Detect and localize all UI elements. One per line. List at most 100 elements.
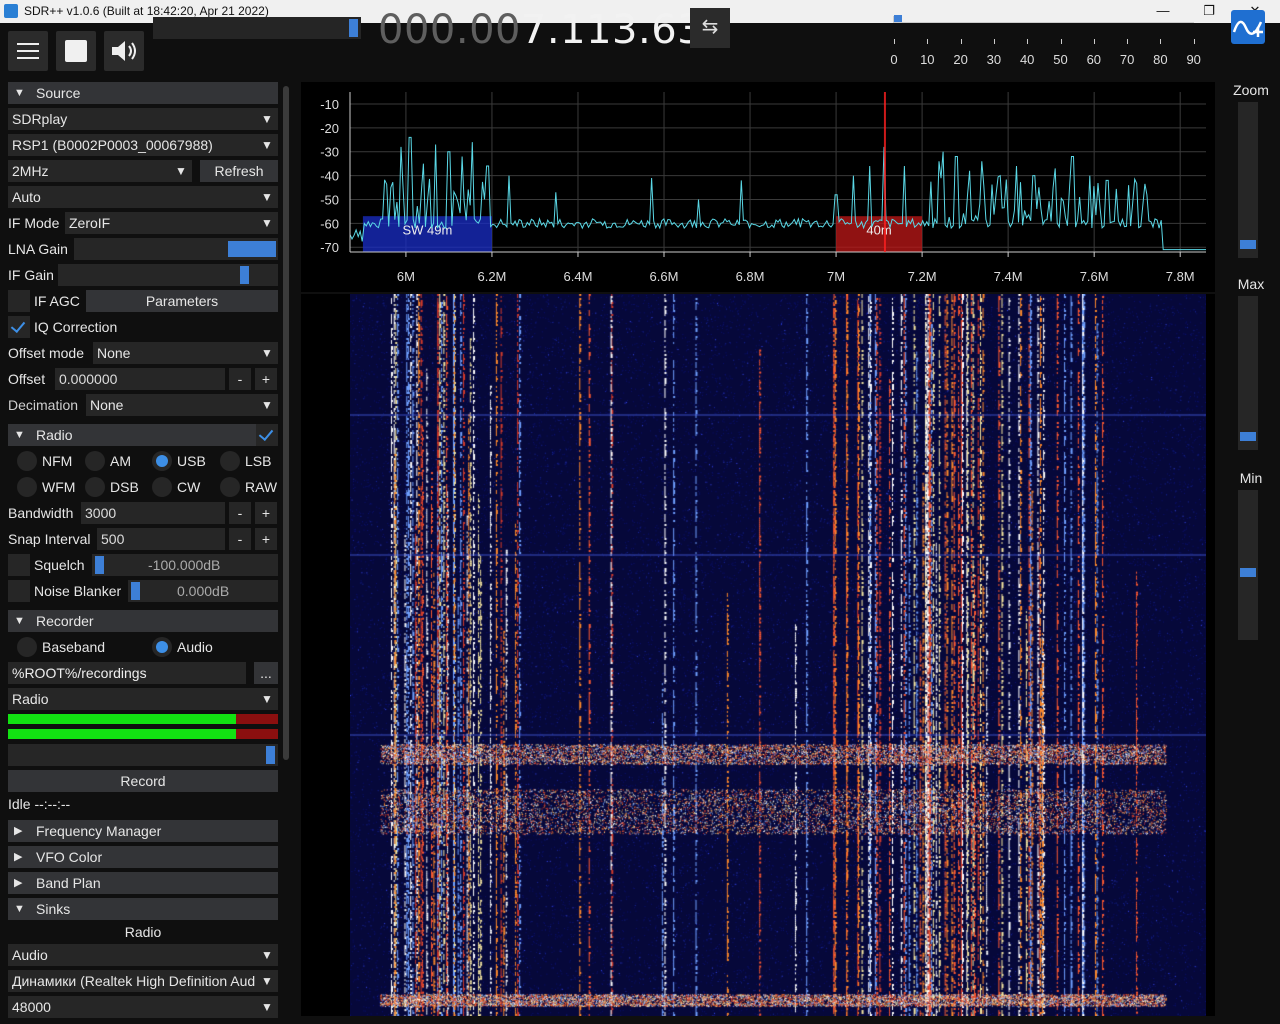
zoom-slider-thumb[interactable]: [1240, 240, 1256, 249]
sinks-header[interactable]: ▼ Sinks: [8, 898, 278, 920]
snap-interval-value: 500: [101, 531, 125, 547]
offset-decrement-button[interactable]: -: [229, 368, 251, 390]
mode-radio-raw[interactable]: [220, 477, 240, 497]
fft-chart[interactable]: -10 -20 -30 -40 -50 -60 -70 6M 6.2M 6.4M 6.6M 6.8M 7…: [301, 82, 1215, 292]
recordings-path-input[interactable]: %ROOT%/recordings: [8, 662, 246, 684]
fft-y-tick-label: -70: [320, 240, 339, 255]
refresh-button[interactable]: Refresh: [200, 160, 278, 182]
source-header[interactable]: ▼ Source: [8, 82, 278, 104]
snap-interval-input[interactable]: 500: [97, 528, 225, 550]
fft-y-tick-label: -20: [320, 121, 339, 136]
record-volume-slider[interactable]: [8, 744, 278, 766]
radio-enable-checkbox[interactable]: [256, 424, 278, 446]
fft-y-tick-label: -10: [320, 97, 339, 112]
record-stream-select[interactable]: Radio ▼: [8, 688, 278, 710]
mode-label-usb: USB: [177, 453, 206, 469]
radio-header-label: Radio: [36, 427, 73, 443]
mode-radio-lsb[interactable]: [220, 451, 240, 471]
samplerate-select[interactable]: 2MHz ▼: [8, 160, 192, 182]
volume-slider-thumb[interactable]: [349, 19, 358, 37]
fft-x-tick-label: 7M: [827, 269, 845, 284]
audio-device-select[interactable]: Динамики (Realtek High Definition Aud ▼: [8, 970, 278, 992]
ifmode-select[interactable]: ZeroIF ▼: [65, 212, 278, 234]
frequency-manager-header[interactable]: ▶ Frequency Manager: [8, 820, 278, 842]
vfo-color-header[interactable]: ▶ VFO Color: [8, 846, 278, 868]
bandwidth-increment-button[interactable]: +: [255, 502, 277, 524]
waterfall[interactable]: [301, 294, 1215, 1016]
fft-x-tick-label: 6.2M: [477, 269, 506, 284]
decimation-select[interactable]: None ▼: [86, 394, 278, 416]
collapse-arrow-icon: ▼: [14, 903, 25, 915]
recorder-header[interactable]: ▼ Recorder: [8, 610, 278, 632]
bandwidth-decrement-button[interactable]: -: [229, 502, 251, 524]
fft-x-tick-label: 6.4M: [564, 269, 593, 284]
panel-scrollbar[interactable]: [283, 86, 289, 760]
dropdown-arrow-icon: ▼: [175, 164, 187, 178]
snr-tick-label: 50: [1053, 52, 1068, 67]
bandwidth-input[interactable]: 3000: [81, 502, 225, 524]
volume-slider[interactable]: [153, 17, 361, 39]
swap-icon[interactable]: ⇆: [690, 8, 730, 48]
fft-y-tick-label: -30: [320, 145, 339, 160]
bandwidth-select[interactable]: Auto ▼: [8, 186, 278, 208]
offset-increment-button[interactable]: +: [255, 368, 277, 390]
snr-tick-label: 60: [1086, 52, 1102, 67]
menu-button[interactable]: [8, 31, 48, 71]
max-slider-thumb[interactable]: [1240, 432, 1256, 441]
mute-button[interactable]: [104, 31, 144, 71]
snr-tick-mark: [1060, 39, 1062, 44]
snr-tick-mark: [1160, 39, 1162, 44]
radio-header[interactable]: ▼ Radio: [8, 424, 256, 446]
browse-button[interactable]: ...: [254, 662, 278, 684]
device-select[interactable]: RSP1 (B0002P0003_00067988) ▼: [8, 134, 278, 156]
max-slider[interactable]: [1238, 296, 1258, 450]
min-label: Min: [1239, 470, 1263, 486]
offset-mode-select[interactable]: None ▼: [93, 342, 278, 364]
lna-gain-slider[interactable]: [74, 238, 278, 260]
audio-radio[interactable]: [152, 637, 172, 657]
record-button[interactable]: Record: [8, 770, 278, 792]
noise-blanker-value: 0.000dB: [177, 583, 230, 599]
speaker-icon: [112, 41, 136, 61]
recorder-header-label: Recorder: [36, 613, 94, 629]
mode-radio-usb[interactable]: [152, 451, 172, 471]
sink-samplerate-select[interactable]: 48000 ▼: [8, 996, 278, 1018]
zoom-slider[interactable]: [1238, 102, 1258, 258]
offset-input[interactable]: 0.000000: [55, 368, 225, 390]
mode-radio-am[interactable]: [85, 451, 105, 471]
snr-tick-mark: [927, 39, 929, 44]
fft-x-tick-label: 6.6M: [650, 269, 679, 284]
mode-radio-dsb[interactable]: [85, 477, 105, 497]
stop-button[interactable]: [56, 31, 96, 71]
squelch-slider[interactable]: -100.000dB: [92, 554, 278, 576]
noise-blanker-slider[interactable]: 0.000dB: [128, 580, 278, 602]
mode-radio-nfm[interactable]: [17, 451, 37, 471]
min-slider[interactable]: [1238, 490, 1258, 640]
snr-tick-label: 20: [953, 52, 968, 67]
squelch-checkbox[interactable]: [8, 554, 30, 576]
mode-radio-wfm[interactable]: [17, 477, 37, 497]
source-select[interactable]: SDRplay ▼: [8, 108, 278, 130]
fft-spectrum[interactable]: -10 -20 -30 -40 -50 -60 -70 6M 6.2M 6.4M 6.6M 6.8M 7…: [301, 82, 1215, 292]
noise-blanker-checkbox[interactable]: [8, 580, 30, 602]
frequency-display[interactable]: 000.007.113.630: [378, 7, 729, 53]
if-agc-checkbox[interactable]: [8, 290, 30, 312]
snap-decrement-button[interactable]: -: [229, 528, 251, 550]
baseband-radio[interactable]: [17, 637, 37, 657]
parameters-button[interactable]: Parameters: [86, 290, 278, 312]
band-plan-header[interactable]: ▶ Band Plan: [8, 872, 278, 894]
mode-label-wfm: WFM: [42, 479, 76, 495]
mode-radio-cw[interactable]: [152, 477, 172, 497]
snr-tick-mark: [1127, 39, 1129, 44]
iq-correction-checkbox[interactable]: [8, 316, 30, 338]
snap-increment-button[interactable]: +: [255, 528, 277, 550]
sink-type-select[interactable]: Audio ▼: [8, 944, 278, 966]
waterfall-canvas[interactable]: [350, 294, 1206, 1016]
min-slider-thumb[interactable]: [1240, 568, 1256, 577]
fft-y-tick-label: -50: [320, 192, 339, 207]
offset-value: 0.000000: [59, 371, 118, 387]
baseband-label: Baseband: [42, 639, 106, 655]
if-gain-slider[interactable]: [58, 264, 278, 286]
snr-tick-label: 90: [1186, 52, 1201, 67]
frequency-digits-inactive[interactable]: 000.00: [378, 7, 521, 53]
